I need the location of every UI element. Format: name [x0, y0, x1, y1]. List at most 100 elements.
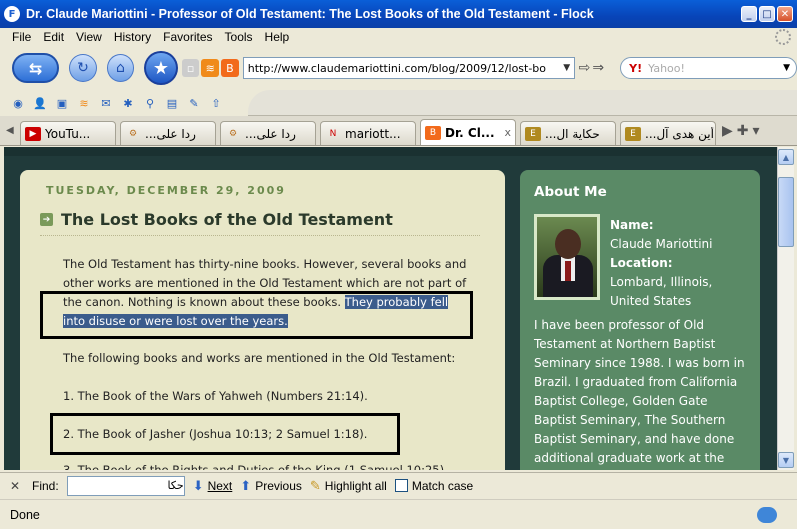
- arrow-up-icon: ⬆: [240, 477, 252, 493]
- tab-strip: ◀ ▶ YouTu... ⚙ ...ردا على ⚙ ...ردا على N…: [0, 116, 797, 146]
- media-icon[interactable]: ▣: [54, 95, 70, 111]
- find-next-button[interactable]: ⬇ Next: [193, 478, 233, 494]
- minimize-button[interactable]: _: [741, 6, 757, 22]
- home-icon: ⌂: [116, 60, 125, 76]
- go-icon[interactable]: ⇨: [579, 60, 591, 76]
- location-label: Location:: [610, 256, 673, 270]
- favorite-star-button[interactable]: ★: [144, 51, 178, 85]
- feed-icon[interactable]: ≋: [76, 95, 92, 111]
- blogger-icon[interactable]: B: [221, 59, 239, 77]
- menu-tools[interactable]: Tools: [219, 30, 259, 44]
- post-title[interactable]: The Lost Books of the Old Testament: [61, 210, 393, 229]
- favorites-icon[interactable]: ✱: [120, 95, 136, 111]
- tab-label: mariott...: [345, 126, 401, 141]
- annotation-box-1: [40, 291, 473, 339]
- post-title-row: ➔ The Lost Books of the Old Testament: [40, 210, 393, 229]
- url-dropdown-icon[interactable]: ▼: [560, 63, 574, 73]
- maximize-button[interactable]: □: [759, 6, 775, 22]
- tab-arabic-4[interactable]: E ...أين هدى آل: [620, 121, 716, 145]
- tab-youtube[interactable]: ▶ YouTu...: [20, 121, 116, 145]
- vertical-scrollbar[interactable]: ▲ ▼: [777, 147, 794, 470]
- tab-label: Dr. Cl...: [445, 125, 495, 140]
- match-case-checkbox[interactable]: Match case: [394, 478, 474, 493]
- search-placeholder[interactable]: Yahoo!: [648, 62, 783, 75]
- annotation-box-2: [50, 413, 400, 455]
- tab-scroll-right-icon[interactable]: ▶: [722, 123, 733, 139]
- title-bar: F Dr. Claude Mariottini - Professor of O…: [0, 0, 797, 28]
- top-strip: [4, 147, 777, 156]
- close-button[interactable]: ✕: [777, 6, 793, 22]
- post-paragraph-2: The following books and works are mentio…: [63, 351, 456, 365]
- menu-history[interactable]: History: [108, 30, 157, 44]
- toolbar-tab-shape: [248, 90, 797, 116]
- tab-dr-claude[interactable]: B Dr. Cl... x: [420, 119, 516, 145]
- menu-file[interactable]: File: [6, 30, 37, 44]
- address-bar[interactable]: http://www.claudemariottini.com/blog/200…: [242, 57, 575, 79]
- profile-name[interactable]: Claude Mariottini: [610, 235, 713, 254]
- url-text[interactable]: http://www.claudemariottini.com/blog/200…: [248, 62, 560, 75]
- tab-arabic-1[interactable]: ⚙ ...ردا على: [120, 121, 216, 145]
- sidebar-panel: About Me Name: Claude Mariottini Locatio…: [520, 170, 760, 470]
- tab-label: ...حكاية ال: [545, 126, 600, 141]
- tab-list-icon[interactable]: ▾: [753, 123, 760, 139]
- find-input[interactable]: [66, 475, 185, 496]
- go-arrow-icon[interactable]: ⇒: [592, 60, 604, 76]
- chat-bubble-icon[interactable]: [757, 506, 777, 523]
- home-button[interactable]: ⌂: [106, 54, 135, 82]
- news-icon: N: [329, 128, 337, 139]
- tab-label: ...ردا على: [145, 126, 196, 141]
- pin-icon[interactable]: ⚲: [142, 95, 158, 111]
- back-forward-button[interactable]: ⇆: [12, 53, 60, 83]
- flock-app-icon: F: [4, 6, 20, 22]
- menu-edit[interactable]: Edit: [37, 30, 70, 44]
- tab-close-icon[interactable]: x: [504, 126, 511, 139]
- loading-spinner-icon: [775, 29, 791, 45]
- reload-icon: ↻: [77, 60, 89, 76]
- scroll-thumb[interactable]: [778, 177, 794, 247]
- menu-favorites[interactable]: Favorites: [157, 30, 218, 44]
- profile-info: Name: Claude Mariottini Location: Lombar…: [610, 216, 713, 311]
- rss-icon[interactable]: ≋: [201, 59, 220, 77]
- search-box[interactable]: Y! Yahoo! ▼: [620, 57, 797, 79]
- navigation-toolbar: ⇆ ↻ ⌂ ★ ▫ ≋ B http://www.claudemariottin…: [0, 46, 797, 90]
- tab-scroll-left-icon[interactable]: ◀: [6, 125, 20, 136]
- title-divider: [40, 235, 480, 236]
- highlight-all-button[interactable]: ✎ Highlight all: [310, 478, 387, 494]
- globe-icon[interactable]: ◉: [10, 95, 26, 111]
- menu-view[interactable]: View: [70, 30, 108, 44]
- blog-pen-icon[interactable]: ✎: [186, 95, 202, 111]
- share-icon[interactable]: ▫: [181, 59, 200, 77]
- status-text: Done: [10, 507, 40, 522]
- menu-bar: File Edit View History Favorites Tools H…: [0, 28, 797, 46]
- gear-icon: ⚙: [128, 128, 138, 139]
- back-forward-arrows-icon: ⇆: [28, 58, 43, 78]
- profile-photo[interactable]: [534, 214, 600, 300]
- checkbox-icon[interactable]: [394, 479, 408, 492]
- scroll-down-icon[interactable]: ▼: [778, 452, 794, 468]
- menu-help[interactable]: Help: [259, 30, 296, 44]
- mail-icon[interactable]: ✉: [98, 95, 114, 111]
- tab-arabic-2[interactable]: ⚙ ...ردا على: [220, 121, 316, 145]
- youtube-icon: ▶: [25, 126, 41, 141]
- location-line-2: United States: [610, 294, 692, 308]
- tab-mariottini[interactable]: N mariott...: [320, 121, 416, 145]
- people-icon[interactable]: 👤: [32, 95, 48, 111]
- find-previous-button[interactable]: ⬆ Previous: [240, 478, 302, 494]
- match-case-label: Match case: [411, 478, 474, 493]
- highlighter-icon: ✎: [309, 477, 321, 493]
- shelf-icon[interactable]: ▤: [164, 95, 180, 111]
- post-date: TUESDAY, DECEMBER 29, 2009: [46, 184, 286, 197]
- new-tab-icon[interactable]: ✚: [737, 123, 749, 139]
- list-item-1: 1. The Book of the Wars of Yahweh (Numbe…: [63, 389, 368, 403]
- upload-icon[interactable]: ⇧: [208, 95, 224, 111]
- reload-button[interactable]: ↻: [69, 54, 97, 82]
- people-toolbar: ◉ 👤 ▣ ≋ ✉ ✱ ⚲ ▤ ✎ ⇧: [0, 90, 797, 116]
- search-dropdown-icon[interactable]: ▼: [783, 63, 790, 73]
- about-me-heading: About Me: [534, 184, 607, 200]
- find-bar: ✕ Find: ⬇ Next ⬆ Previous ✎ Highlight al…: [0, 472, 797, 498]
- title-arrow-icon: ➔: [40, 213, 53, 226]
- yahoo-logo-icon[interactable]: Y!: [629, 62, 642, 75]
- find-close-icon[interactable]: ✕: [10, 479, 24, 493]
- scroll-up-icon[interactable]: ▲: [778, 149, 794, 165]
- tab-arabic-3[interactable]: E ...حكاية ال: [520, 121, 616, 145]
